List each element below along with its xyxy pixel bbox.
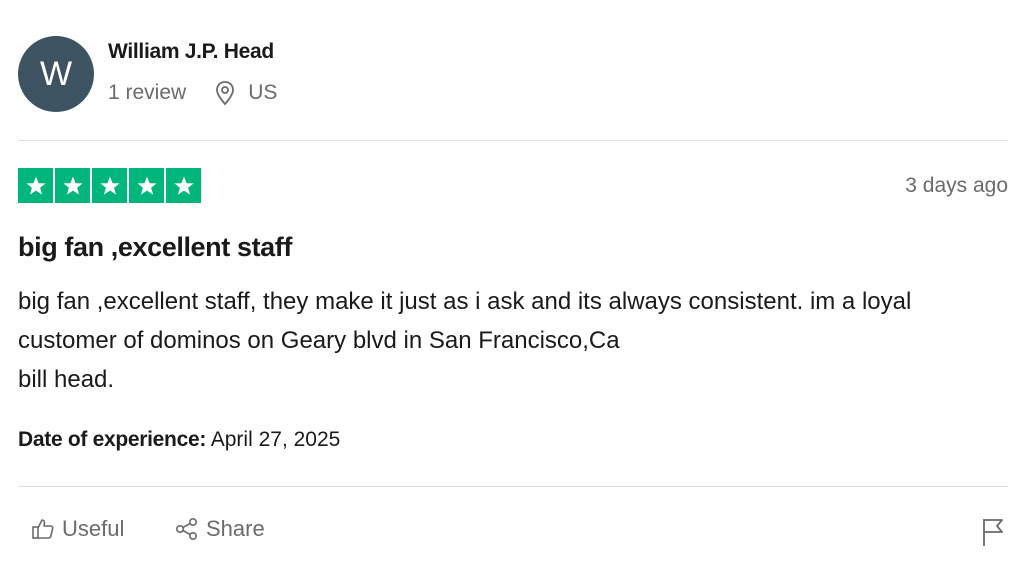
star-icon [55, 168, 90, 203]
experience-label: Date of experience: [18, 428, 207, 451]
reviewer-name[interactable]: William J.P. Head [108, 40, 274, 64]
reviewer-location: US [248, 81, 278, 104]
review-body: big fan ,excellent staff, they make it j… [18, 288, 912, 393]
divider [18, 486, 1008, 487]
review-date: 3 days ago [905, 174, 1008, 197]
star-icon [166, 168, 201, 203]
thumbs-up-icon [30, 516, 56, 542]
useful-label: Useful [62, 516, 125, 541]
avatar-initial: W [39, 54, 73, 93]
star-icon [18, 168, 53, 203]
location-pin-icon [214, 80, 236, 106]
star-rating [18, 168, 201, 203]
useful-button[interactable]: Useful [30, 516, 124, 542]
share-icon [174, 516, 200, 542]
star-icon [92, 168, 127, 203]
divider [18, 140, 1008, 141]
date-of-experience: Date of experience: April 27, 2025 [18, 428, 340, 452]
avatar[interactable]: W [18, 36, 94, 112]
reviewer-meta: 1 review US [108, 80, 277, 106]
review-title[interactable]: big fan ,excellent staff [18, 232, 292, 263]
share-button[interactable]: Share [174, 516, 265, 542]
flag-icon[interactable] [980, 516, 1006, 548]
review-count: 1 review [108, 81, 187, 104]
review-card: W William J.P. Head 1 review US 3 days a… [0, 0, 1024, 576]
share-label: Share [206, 516, 265, 541]
star-icon [129, 168, 164, 203]
experience-date: April 27, 2025 [210, 428, 341, 451]
